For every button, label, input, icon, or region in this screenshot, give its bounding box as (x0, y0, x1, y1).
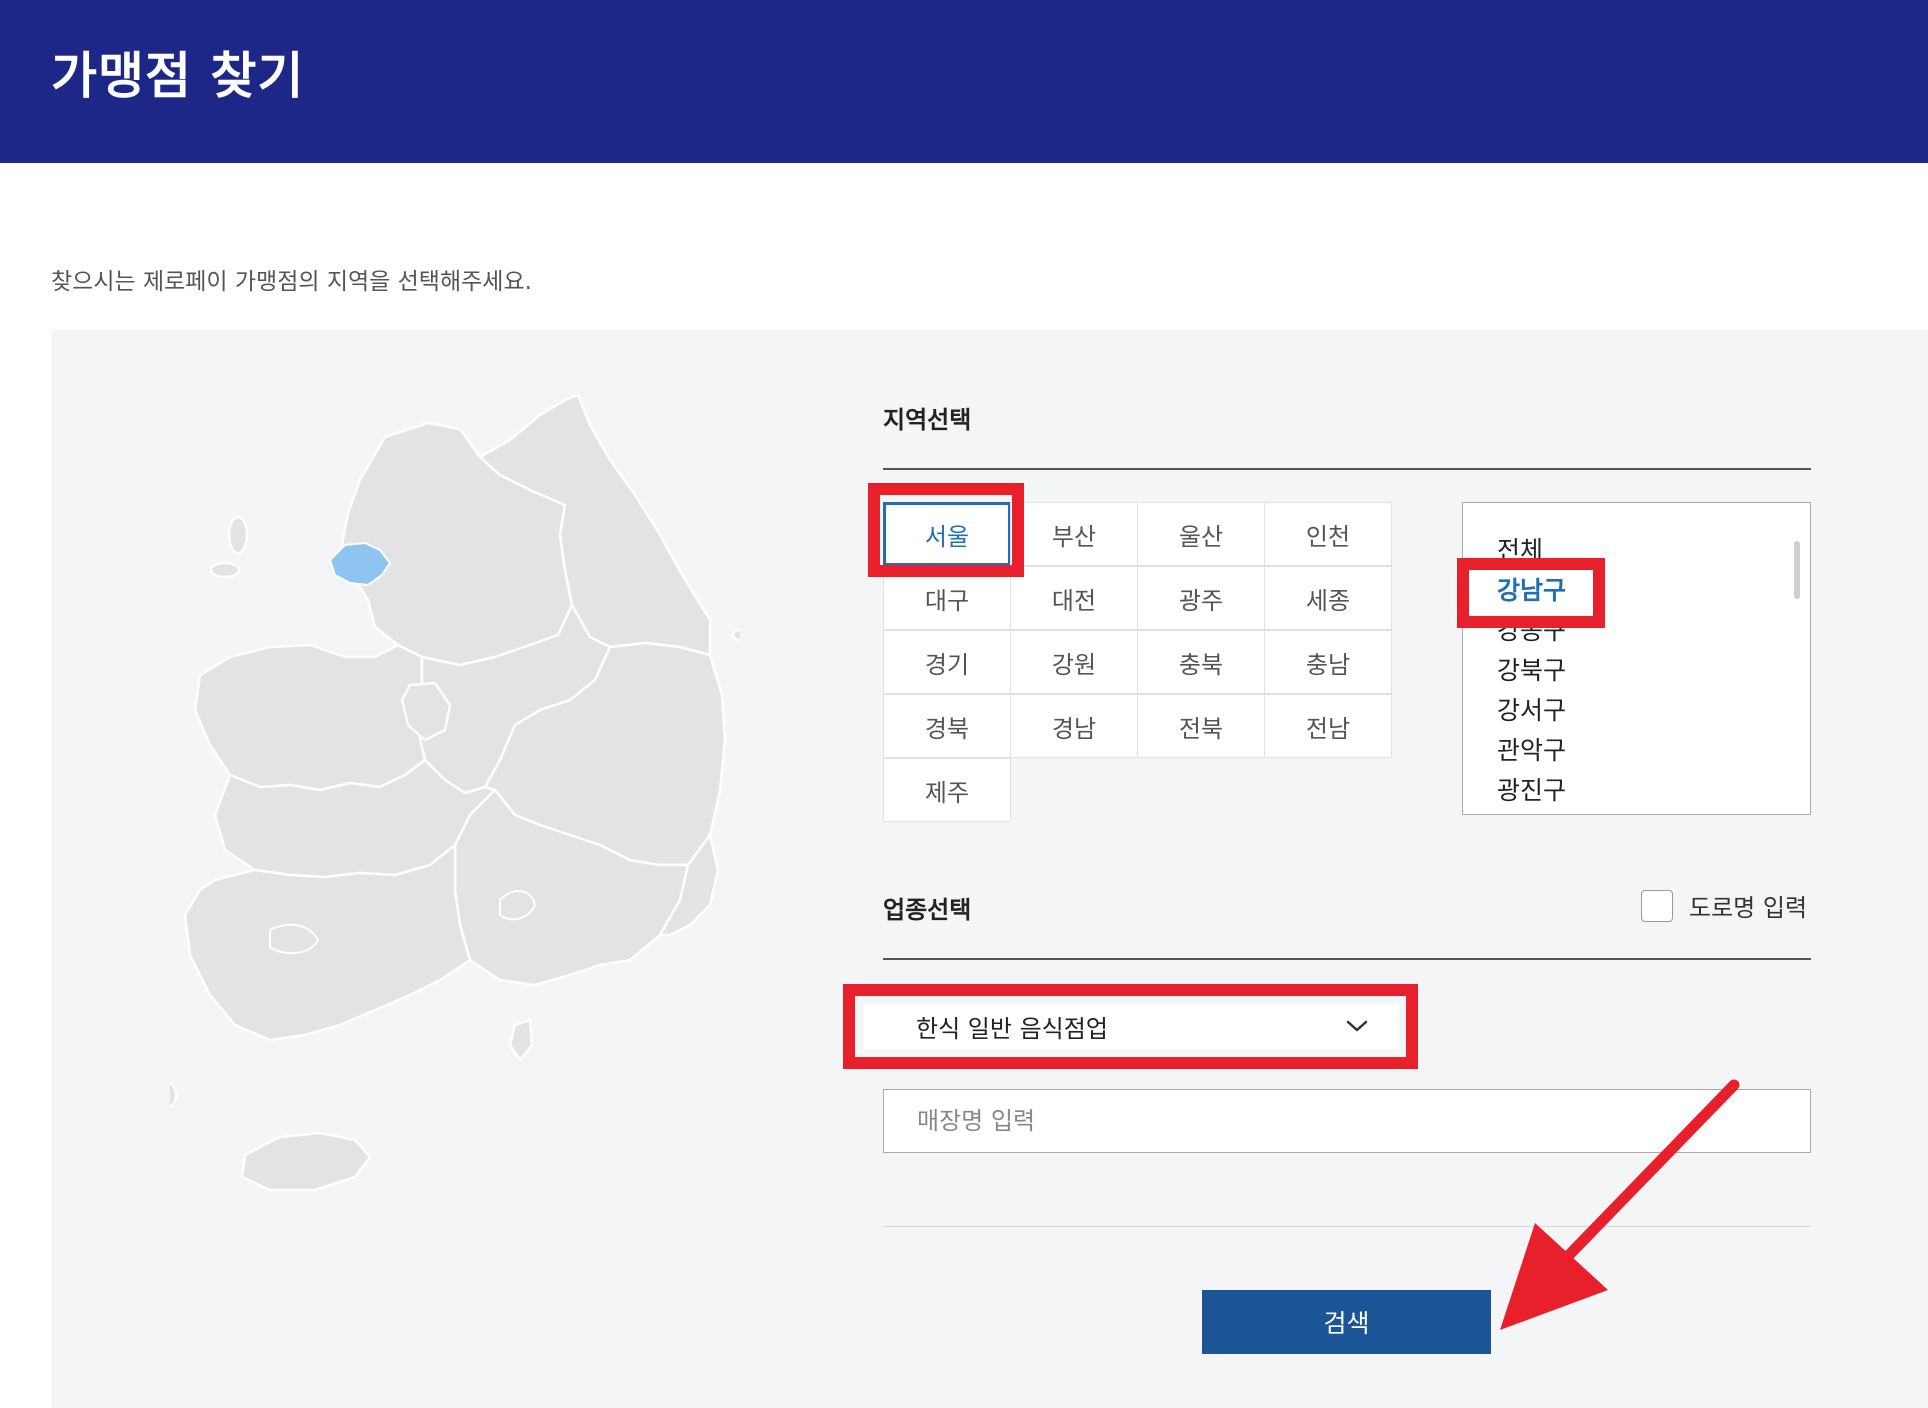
region-incheon[interactable]: 인천 (1264, 502, 1392, 566)
region-gyeonggi[interactable]: 경기 (883, 630, 1011, 694)
search-button[interactable]: 검색 (1202, 1290, 1491, 1354)
road-name-checkbox[interactable] (1641, 889, 1673, 922)
region-sejong[interactable]: 세종 (1264, 566, 1392, 630)
business-category-select[interactable]: 한식 일반 음식점업 (864, 1004, 1399, 1049)
region-jeonbuk[interactable]: 전북 (1137, 694, 1265, 758)
chevron-down-icon (1346, 1020, 1368, 1032)
district-item-gwangjin[interactable]: 광진구 (1497, 771, 1566, 811)
region-chungbuk[interactable]: 충북 (1137, 630, 1265, 694)
map-region-jeju[interactable] (240, 1131, 372, 1192)
page-header: 가맹점 찾기 (0, 0, 1928, 163)
region-divider (883, 468, 1811, 470)
district-list: 전체 강남구 강동구 강북구 강서구 관악구 광진구 (1497, 531, 1566, 811)
korea-map (170, 395, 740, 1192)
region-seoul[interactable]: 서울 (883, 502, 1011, 566)
arrow-icon (1500, 1079, 1740, 1330)
district-item-gwanak[interactable]: 관악구 (1497, 731, 1566, 771)
region-jeju[interactable]: 제주 (883, 758, 1011, 822)
region-chungnam[interactable]: 충남 (1264, 630, 1392, 694)
region-daegu[interactable]: 대구 (883, 566, 1011, 630)
district-item-gangbuk[interactable]: 강북구 (1497, 651, 1566, 691)
district-item-all[interactable]: 전체 (1497, 531, 1566, 571)
district-scrollbar[interactable] (1794, 541, 1800, 599)
region-gwangju[interactable]: 광주 (1137, 566, 1265, 630)
region-ulsan[interactable]: 울산 (1137, 502, 1265, 566)
district-item-gangdong[interactable]: 강동구 (1497, 611, 1566, 651)
region-jeonnam[interactable]: 전남 (1264, 694, 1392, 758)
region-gangwon[interactable]: 강원 (1010, 630, 1138, 694)
region-gyeongnam[interactable]: 경남 (1010, 694, 1138, 758)
page-title: 가맹점 찾기 (51, 47, 305, 105)
business-section-title: 업종선택 (883, 896, 972, 924)
region-busan[interactable]: 부산 (1010, 502, 1138, 566)
business-category-value: 한식 일반 음식점업 (916, 1015, 1108, 1043)
district-listbox[interactable]: 전체 강남구 강동구 강북구 강서구 관악구 광진구 (1462, 502, 1811, 815)
district-item-gangnam[interactable]: 강남구 (1497, 571, 1566, 611)
map-region-chungnam[interactable] (193, 643, 427, 792)
region-daejeon[interactable]: 대전 (1010, 566, 1138, 630)
road-name-label: 도로명 입력 (1689, 894, 1808, 922)
district-item-gangseo[interactable]: 강서구 (1497, 691, 1566, 731)
page-subtitle: 찾으시는 제로페이 가맹점의 지역을 선택해주세요. (51, 269, 532, 295)
business-divider (883, 958, 1811, 960)
road-name-toggle[interactable]: 도로명 입력 (1641, 888, 1807, 923)
region-gyeongbuk[interactable]: 경북 (883, 694, 1011, 758)
region-section-title: 지역선택 (883, 406, 972, 434)
